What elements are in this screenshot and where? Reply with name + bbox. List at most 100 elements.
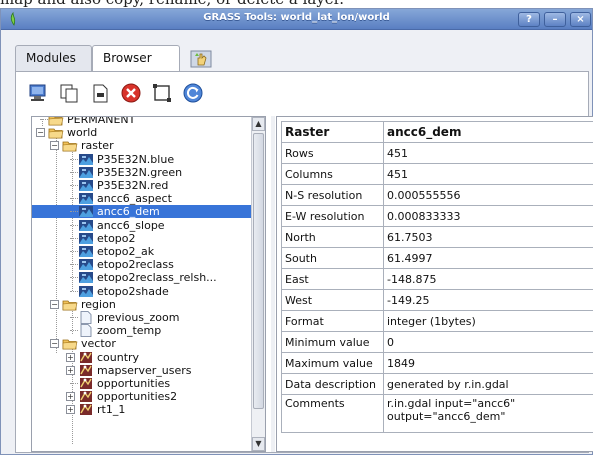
- tree-item[interactable]: etopo2shade: [32, 285, 252, 298]
- vector-map-icon: [78, 390, 94, 403]
- tree-item[interactable]: opportunities: [32, 377, 252, 390]
- rename-map-icon[interactable]: [88, 81, 112, 105]
- tree-item[interactable]: zoom_temp: [32, 324, 252, 337]
- open-in-qgis-icon[interactable]: [26, 81, 50, 105]
- info-header-row: Raster ancc6_dem: [281, 121, 593, 143]
- tree-item-label: rt1_1: [97, 403, 126, 417]
- folder-icon: [48, 126, 64, 139]
- tree-item[interactable]: ancc6_aspect: [32, 192, 252, 205]
- tree-item[interactable]: − region: [32, 298, 252, 311]
- close-button[interactable]: ×: [570, 12, 591, 27]
- tree-item[interactable]: + mapserver_users: [32, 364, 252, 377]
- tree-item[interactable]: P35E32N.green: [32, 166, 252, 179]
- help-button[interactable]: ?: [518, 12, 540, 27]
- delete-map-icon[interactable]: [119, 81, 143, 105]
- tree-item-label: opportunities2: [97, 390, 178, 404]
- copy-map-icon[interactable]: [57, 81, 81, 105]
- tree-item[interactable]: PERMANENT: [32, 117, 252, 126]
- minimize-button[interactable]: –: [544, 12, 566, 27]
- tree-item[interactable]: + opportunities2: [32, 390, 252, 403]
- set-region-icon[interactable]: [150, 81, 174, 105]
- tree-scrollbar[interactable]: ▲ ▼: [251, 117, 265, 451]
- tree-connector: [70, 211, 78, 213]
- title-bar[interactable]: GRASS Tools: world_lat_lon/world ? – ×: [1, 9, 592, 30]
- tree-connector: [70, 185, 78, 186]
- tab-browser[interactable]: Browser: [92, 45, 180, 72]
- grass-hand-icon[interactable]: [189, 49, 213, 69]
- raster-map-icon: [78, 245, 94, 258]
- info-key: Maximum value: [281, 352, 384, 374]
- tree-item-label: vector: [81, 337, 116, 351]
- vector-map-icon: [78, 377, 94, 390]
- tree-item[interactable]: − raster: [32, 139, 252, 152]
- collapse-toggle-icon[interactable]: −: [50, 299, 59, 309]
- info-key: South: [281, 247, 384, 269]
- info-row: E-W resolution 0.000833333: [281, 205, 593, 227]
- grass-tools-window: GRASS Tools: world_lat_lon/world ? – × M…: [0, 8, 593, 455]
- scroll-up-arrow[interactable]: ▲: [252, 117, 265, 131]
- tree-item-label: P35E32N.red: [97, 179, 169, 192]
- raster-map-icon: [78, 179, 94, 192]
- raster-map-icon: [78, 219, 94, 232]
- folder-icon: [62, 298, 78, 311]
- region-file-icon: [78, 324, 94, 338]
- map-tree[interactable]: PERMANENT − world − raster P35E32N.blue P35E32…: [31, 116, 266, 452]
- tree-connector: [40, 119, 48, 120]
- folder-icon: [62, 337, 78, 350]
- tree-item[interactable]: etopo2: [32, 232, 252, 245]
- info-value: 1849: [383, 352, 593, 374]
- scroll-down-arrow[interactable]: ▼: [252, 437, 265, 451]
- tree-item[interactable]: P35E32N.blue: [32, 153, 252, 166]
- refresh-icon[interactable]: [181, 81, 205, 105]
- tree-item[interactable]: − world: [32, 126, 252, 139]
- tree-connector: [70, 198, 78, 200]
- tree-connector: [70, 330, 78, 332]
- collapse-toggle-icon[interactable]: −: [50, 339, 59, 349]
- tree-item[interactable]: previous_zoom: [32, 311, 252, 324]
- tree-item[interactable]: + country: [32, 351, 252, 364]
- info-row: Maximum value 1849: [281, 352, 593, 374]
- raster-map-icon: [78, 285, 94, 298]
- tree-item[interactable]: ancc6_dem: [32, 205, 252, 219]
- folder-icon: [48, 117, 64, 126]
- expand-toggle-icon[interactable]: +: [66, 392, 75, 402]
- tree-item[interactable]: + rt1_1: [32, 403, 252, 416]
- expand-toggle-icon[interactable]: +: [66, 352, 75, 362]
- vector-map-icon: [78, 351, 94, 364]
- info-row: N-S resolution 0.000555556: [281, 184, 593, 206]
- collapse-toggle-icon[interactable]: −: [36, 128, 45, 138]
- info-header-value: ancc6_dem: [383, 121, 593, 143]
- collapse-toggle-icon[interactable]: −: [50, 141, 59, 151]
- raster-map-icon: [78, 258, 94, 271]
- tree-item[interactable]: etopo2reclass_relsh...: [32, 271, 252, 284]
- expand-toggle-icon[interactable]: +: [66, 365, 75, 375]
- tree-item-label: P35E32N.green: [97, 165, 183, 179]
- info-value: 451: [383, 163, 593, 185]
- page-caption-fragment: map and also copy, rename, or delete a l…: [0, 0, 593, 8]
- region-file-icon: [78, 311, 94, 324]
- tree-item-label: P35E32N.blue: [97, 152, 175, 166]
- tree-connector: [70, 290, 78, 292]
- info-value: 451: [383, 142, 593, 164]
- pane-splitter[interactable]: [271, 116, 275, 452]
- info-key: Rows: [281, 142, 384, 164]
- vector-map-icon: [78, 364, 94, 377]
- info-row: Data description generated by r.in.gdal: [281, 373, 593, 395]
- folder-icon: [62, 139, 78, 152]
- tree-item[interactable]: − vector: [32, 337, 252, 350]
- expand-toggle-icon[interactable]: +: [66, 405, 75, 415]
- tree-connector: [70, 317, 78, 318]
- info-value: r.in.gdal input="ancc6" output="ancc6_de…: [383, 394, 593, 433]
- tree-item[interactable]: P35E32N.red: [32, 179, 252, 192]
- tab-modules[interactable]: Modules: [15, 45, 92, 71]
- scroll-thumb[interactable]: [253, 133, 264, 409]
- raster-map-icon: [78, 205, 94, 218]
- info-key: East: [281, 268, 384, 290]
- info-row: Rows 451: [281, 142, 593, 164]
- tree-connector: [70, 277, 78, 279]
- raster-map-icon: [78, 192, 94, 205]
- tree-item-label: raster: [81, 139, 114, 153]
- tree-item[interactable]: etopo2reclass: [32, 258, 252, 271]
- tree-item[interactable]: etopo2_ak: [32, 245, 252, 258]
- tree-item[interactable]: ancc6_slope: [32, 219, 252, 232]
